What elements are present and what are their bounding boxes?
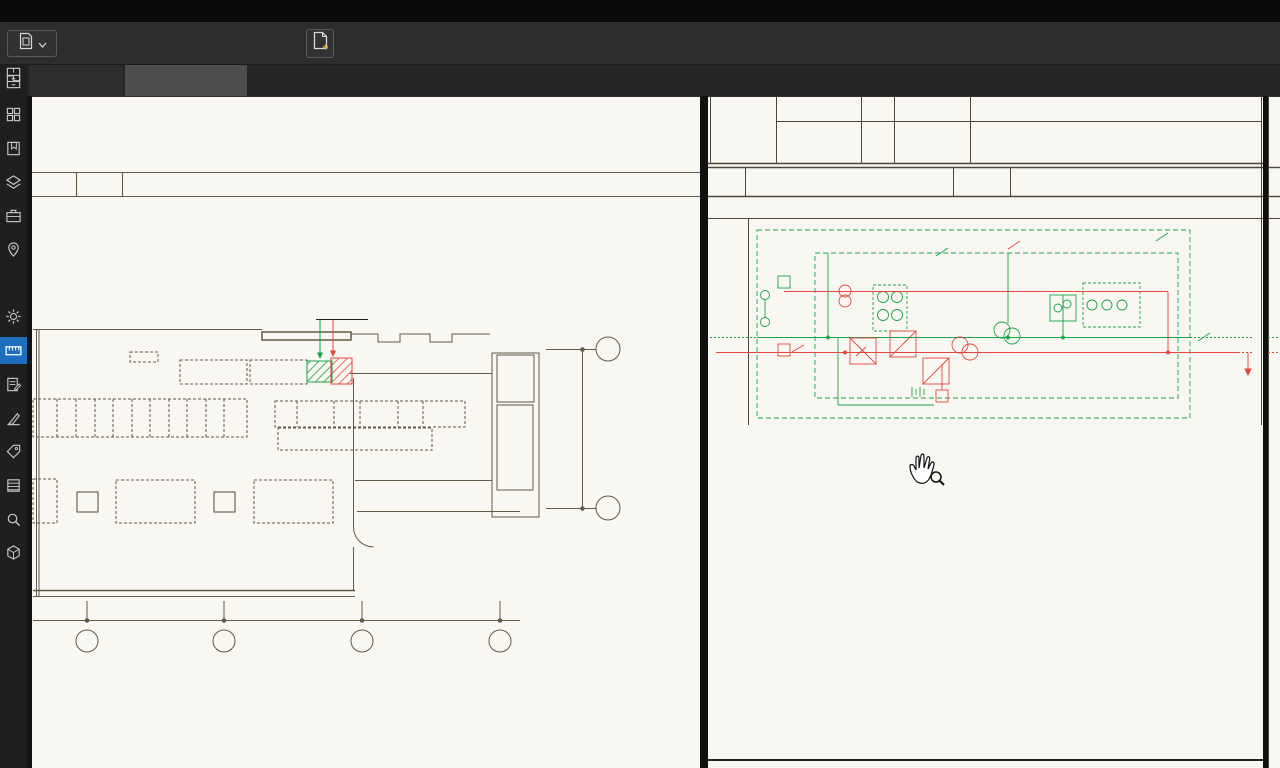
toolbar: [0, 22, 1280, 65]
layers-icon[interactable]: [4, 173, 23, 192]
drawing-canvas-next-sheet[interactable]: [1268, 96, 1280, 768]
ups-schematic: [708, 219, 1263, 425]
solid-equipment: [77, 492, 235, 512]
updated-panel-green-hatch: [307, 361, 332, 382]
drawing-canvas-right[interactable]: [708, 96, 1263, 768]
tab-drawing-a[interactable]: [30, 65, 123, 96]
3d-model-icon[interactable]: [4, 543, 23, 562]
tool-chest-icon[interactable]: [4, 206, 23, 225]
sidebar: [0, 65, 27, 768]
search-icon[interactable]: [4, 510, 23, 529]
spaces-icon[interactable]: [4, 65, 23, 84]
dimensions: [33, 337, 620, 652]
stacks-icon[interactable]: [4, 476, 23, 495]
floor-plan: [32, 96, 700, 768]
page-gap: [700, 96, 708, 768]
tab-overlay[interactable]: [125, 65, 247, 96]
document-icon: [18, 32, 34, 55]
settings-icon[interactable]: [4, 307, 23, 326]
measurements-icon[interactable]: [0, 337, 27, 364]
new-page-icon: [312, 31, 329, 56]
places-icon[interactable]: [4, 240, 23, 259]
menu-bar: [0, 0, 1280, 22]
chevron-down-icon: [38, 35, 47, 53]
bookmarks-icon[interactable]: [4, 139, 23, 158]
markups-list-icon[interactable]: [4, 375, 23, 394]
tab-bar: [0, 65, 1280, 96]
updated-panel-red-hatch: [331, 358, 352, 384]
walls: [33, 330, 539, 597]
page-template-button[interactable]: [7, 30, 57, 57]
studio-icon[interactable]: [4, 409, 23, 428]
tag-icon[interactable]: [4, 442, 23, 461]
thumbnails-icon[interactable]: [4, 105, 23, 124]
drawing-canvas-left[interactable]: [32, 96, 700, 768]
sheet-top-tables: [708, 96, 1263, 219]
title-block: [32, 172, 700, 197]
add-page-button[interactable]: [306, 29, 334, 58]
sheet-bottom-border: [708, 759, 1263, 761]
